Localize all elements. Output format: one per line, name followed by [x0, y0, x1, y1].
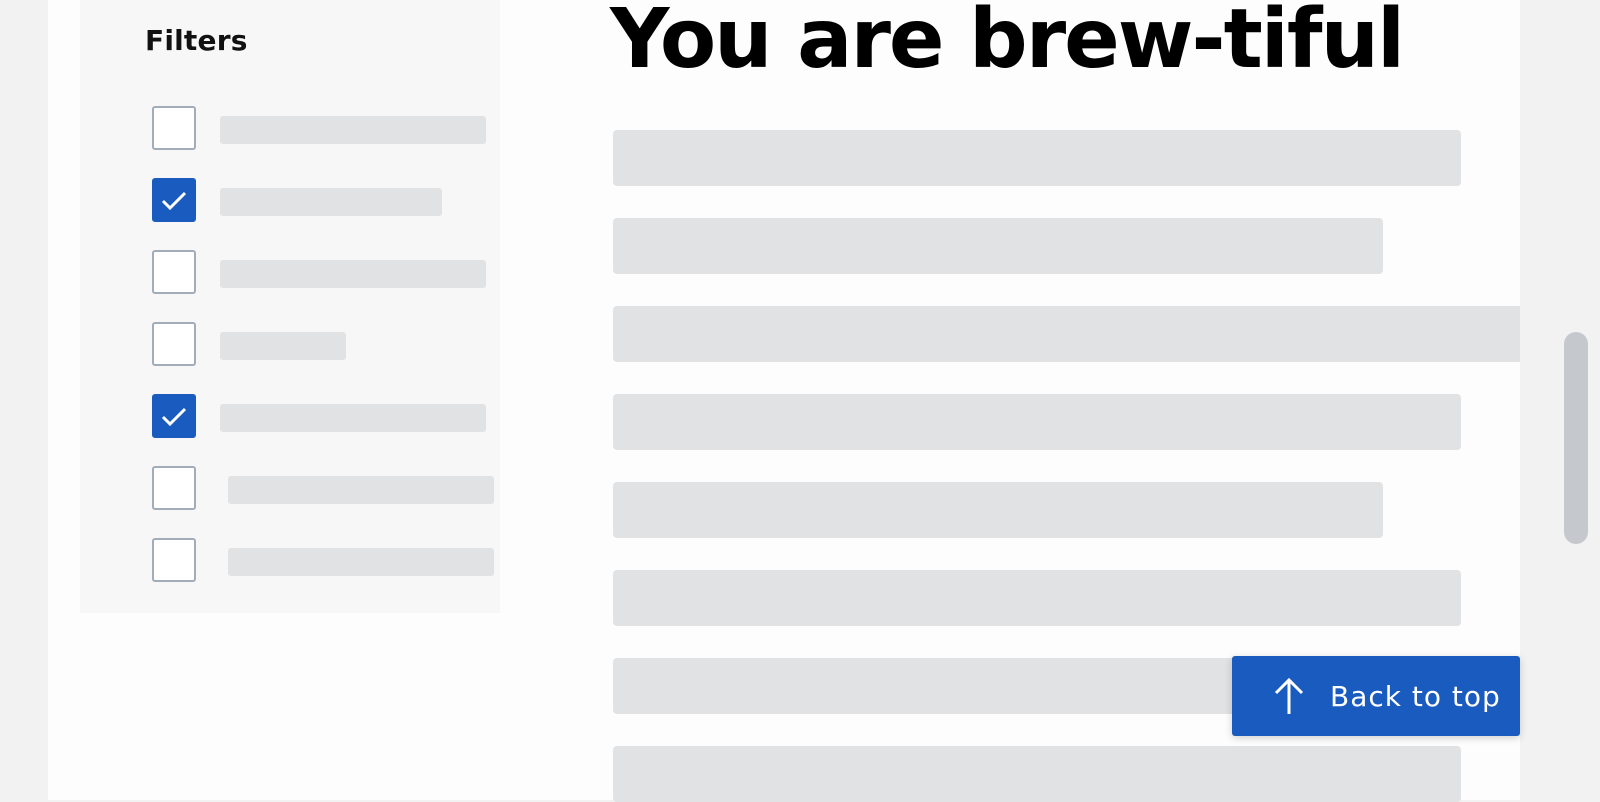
filter-checkbox[interactable] — [152, 466, 196, 510]
filter-checkbox[interactable] — [152, 538, 196, 582]
scrollbar-thumb[interactable] — [1564, 332, 1588, 544]
filter-label-placeholder — [220, 260, 486, 288]
filter-item[interactable] — [80, 250, 500, 298]
filter-label-placeholder — [220, 188, 442, 216]
content-placeholder-line — [613, 394, 1461, 450]
filter-label-placeholder — [220, 404, 486, 432]
page-heading: You are brew-tiful — [610, 0, 1405, 87]
content-placeholder-line — [613, 306, 1527, 362]
filter-label-placeholder — [220, 332, 346, 360]
filter-item[interactable] — [80, 322, 500, 370]
filter-label-placeholder — [228, 548, 494, 576]
filter-item[interactable] — [80, 538, 500, 586]
content-placeholder-line — [613, 130, 1461, 186]
filter-item[interactable] — [80, 106, 500, 154]
filter-checkbox[interactable] — [152, 178, 196, 222]
filters-title: Filters — [145, 24, 248, 57]
filter-item[interactable] — [80, 394, 500, 442]
scrollbar-track[interactable] — [1520, 0, 1600, 800]
filter-item[interactable] — [80, 466, 500, 514]
filter-checkbox[interactable] — [152, 250, 196, 294]
content-placeholder-line — [613, 482, 1383, 538]
content-placeholder-line — [613, 218, 1383, 274]
filters-panel: Filters — [80, 0, 500, 613]
checkmark-icon — [161, 191, 187, 211]
content-placeholder-line — [613, 570, 1461, 626]
filter-checkbox[interactable] — [152, 106, 196, 150]
content-placeholder-line — [613, 746, 1461, 802]
filter-label-placeholder — [220, 116, 486, 144]
arrow-up-icon — [1274, 677, 1304, 714]
filter-checkbox[interactable] — [152, 322, 196, 366]
filter-checkbox[interactable] — [152, 394, 196, 438]
filter-label-placeholder — [228, 476, 494, 504]
back-to-top-label: Back to top — [1330, 679, 1501, 713]
back-to-top-button[interactable]: Back to top — [1232, 656, 1520, 736]
filter-item[interactable] — [80, 178, 500, 226]
checkmark-icon — [161, 407, 187, 427]
